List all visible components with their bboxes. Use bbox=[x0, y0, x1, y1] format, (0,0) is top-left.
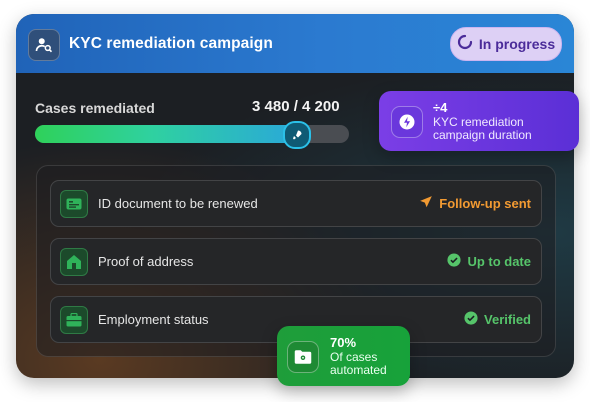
progress-ring-icon bbox=[457, 34, 473, 55]
list-item[interactable]: Proof of address Up to date bbox=[50, 238, 542, 285]
progress-bar-fill bbox=[35, 125, 296, 143]
status-text: In progress bbox=[478, 36, 556, 52]
progress-count: 3 480 / 4 200 bbox=[252, 98, 340, 115]
automation-stat-card: 70% Of cases automated bbox=[277, 326, 410, 386]
duration-value: ÷4 bbox=[433, 100, 448, 115]
user-search-icon bbox=[28, 29, 60, 61]
check-circle-icon bbox=[464, 311, 478, 328]
status-text: Follow-up sent bbox=[439, 196, 531, 211]
list-item[interactable]: ID document to be renewed Follow-up sent bbox=[50, 180, 542, 227]
progress-label: Cases remediated bbox=[35, 100, 155, 116]
rocket-icon bbox=[283, 121, 312, 149]
automation-value: 70% bbox=[330, 335, 357, 350]
status-badge: Verified bbox=[464, 311, 531, 328]
send-icon bbox=[419, 195, 433, 212]
status-badge: In progress bbox=[450, 27, 562, 61]
kyc-campaign-card: KYC remediation campaign In progress Cas… bbox=[16, 14, 574, 378]
status-badge: Follow-up sent bbox=[419, 195, 531, 212]
duration-stat-card: ÷4 KYC remediation campaign duration bbox=[379, 91, 579, 151]
list-item-label: Proof of address bbox=[98, 254, 194, 269]
home-icon bbox=[60, 248, 88, 276]
folder-gear-icon bbox=[287, 341, 319, 373]
briefcase-icon bbox=[60, 306, 88, 334]
duration-desc: KYC remediation campaign duration bbox=[433, 115, 532, 142]
status-badge: Up to date bbox=[447, 253, 531, 270]
page-title: KYC remediation campaign bbox=[69, 35, 273, 52]
status-text: Verified bbox=[484, 312, 531, 327]
progress-bar bbox=[35, 121, 349, 149]
automation-desc: Of cases automated bbox=[330, 350, 387, 377]
lightning-icon bbox=[391, 106, 423, 138]
card-header: KYC remediation campaign In progress bbox=[16, 14, 574, 73]
list-item-label: Employment status bbox=[98, 312, 209, 327]
status-text: Up to date bbox=[467, 254, 531, 269]
id-card-icon bbox=[60, 190, 88, 218]
list-item-label: ID document to be renewed bbox=[98, 196, 258, 211]
check-circle-icon bbox=[447, 253, 461, 270]
